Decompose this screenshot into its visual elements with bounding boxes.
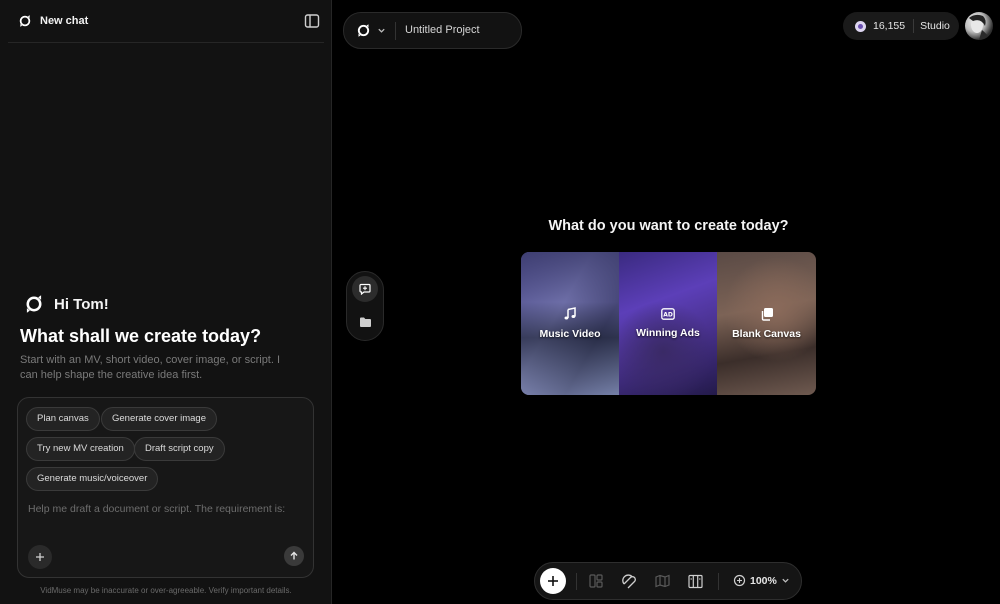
brand-logo-icon bbox=[357, 24, 370, 37]
credits-coin-icon bbox=[855, 20, 866, 32]
project-divider bbox=[395, 22, 396, 40]
magnet-button[interactable] bbox=[620, 572, 638, 590]
layout-button[interactable] bbox=[587, 572, 605, 590]
disclaimer-text: VidMuse may be inaccurate or over-agreea… bbox=[40, 586, 292, 595]
create-title: What do you want to create today? bbox=[548, 218, 789, 234]
columns-icon bbox=[687, 574, 703, 588]
chip-draft-script-copy[interactable]: Draft script copy bbox=[134, 437, 225, 461]
assistant-logo-icon bbox=[26, 295, 42, 313]
card-label: Music Video bbox=[539, 328, 601, 340]
arrow-up-icon bbox=[290, 551, 298, 560]
chip-plan-canvas[interactable]: Plan canvas bbox=[26, 407, 100, 431]
card-winning-ads[interactable]: AD Winning Ads bbox=[619, 252, 717, 395]
create-cards: Music Video AD Winning Ads Blank Canvas bbox=[521, 252, 816, 395]
chevron-down-icon bbox=[782, 578, 789, 583]
chevron-down-icon bbox=[378, 28, 385, 33]
sidebar-subtext: Start with an MV, short video, cover ima… bbox=[20, 354, 281, 381]
svg-text:AD: AD bbox=[663, 312, 673, 319]
card-label: Blank Canvas bbox=[732, 328, 801, 340]
add-node-button[interactable] bbox=[540, 568, 566, 594]
chat-input[interactable]: Help me draft a document or script. The … bbox=[28, 503, 285, 515]
chip-try-new-mv-creation[interactable]: Try new MV creation bbox=[26, 437, 135, 461]
app-root: New chat Hi Tom! What shall we create to… bbox=[0, 0, 1000, 604]
credits-divider bbox=[913, 19, 915, 33]
chat-composer: Plan canvas Generate cover image Try new… bbox=[17, 397, 314, 578]
sidebar-headline: What shall we create today? bbox=[20, 326, 262, 346]
credits-count: 16,155 bbox=[873, 20, 906, 32]
chat-bubble-icon bbox=[359, 283, 371, 295]
magnet-icon bbox=[621, 573, 636, 588]
toolbar-divider bbox=[718, 573, 719, 590]
avatar-portrait-icon bbox=[969, 14, 991, 40]
card-blank-canvas[interactable]: Blank Canvas bbox=[717, 252, 816, 395]
project-name[interactable]: Untitled Project bbox=[405, 24, 480, 36]
attach-button[interactable] bbox=[28, 545, 52, 569]
rail-assets-button[interactable] bbox=[352, 309, 378, 335]
new-chat-button[interactable]: New chat bbox=[18, 14, 88, 28]
studio-link[interactable]: Studio bbox=[920, 20, 950, 32]
tool-rail bbox=[346, 271, 384, 341]
canvas-toolbar: 100% bbox=[534, 562, 802, 600]
credits-pill[interactable]: 16,155 Studio bbox=[843, 12, 959, 40]
sidebar-toggle-icon[interactable] bbox=[304, 13, 320, 29]
toolbar-divider bbox=[576, 573, 577, 590]
folder-icon bbox=[359, 317, 371, 327]
project-pill: Untitled Project bbox=[343, 12, 522, 49]
brand-logo-icon bbox=[19, 15, 31, 27]
sidebar-header: New chat bbox=[8, 0, 324, 43]
project-menu-button[interactable] bbox=[356, 23, 386, 38]
zoom-value: 100% bbox=[750, 574, 777, 587]
zoom-control[interactable]: 100% bbox=[733, 574, 790, 587]
plus-icon bbox=[36, 553, 44, 561]
columns-button[interactable] bbox=[686, 572, 704, 590]
chat-sidebar: New chat Hi Tom! What shall we create to… bbox=[0, 0, 332, 604]
rail-chat-button[interactable] bbox=[352, 276, 378, 302]
music-note-icon bbox=[564, 307, 576, 320]
ad-badge-icon: AD bbox=[661, 308, 675, 320]
map-icon bbox=[654, 574, 670, 588]
map-button[interactable] bbox=[653, 572, 671, 590]
greeting-text: Hi Tom! bbox=[54, 295, 109, 313]
send-button[interactable] bbox=[284, 546, 304, 566]
new-chat-label: New chat bbox=[40, 15, 89, 27]
card-music-video[interactable]: Music Video bbox=[521, 252, 619, 395]
chip-generate-music-voiceover[interactable]: Generate music/voiceover bbox=[26, 467, 159, 491]
user-avatar[interactable] bbox=[965, 12, 993, 40]
card-label: Winning Ads bbox=[636, 327, 700, 339]
chip-generate-cover-image[interactable]: Generate cover image bbox=[101, 407, 217, 431]
zoom-icon bbox=[733, 574, 746, 587]
greeting-row: Hi Tom! bbox=[24, 294, 109, 314]
copy-icon bbox=[761, 308, 773, 321]
layout-icon bbox=[589, 574, 603, 588]
add-icon bbox=[548, 576, 558, 586]
